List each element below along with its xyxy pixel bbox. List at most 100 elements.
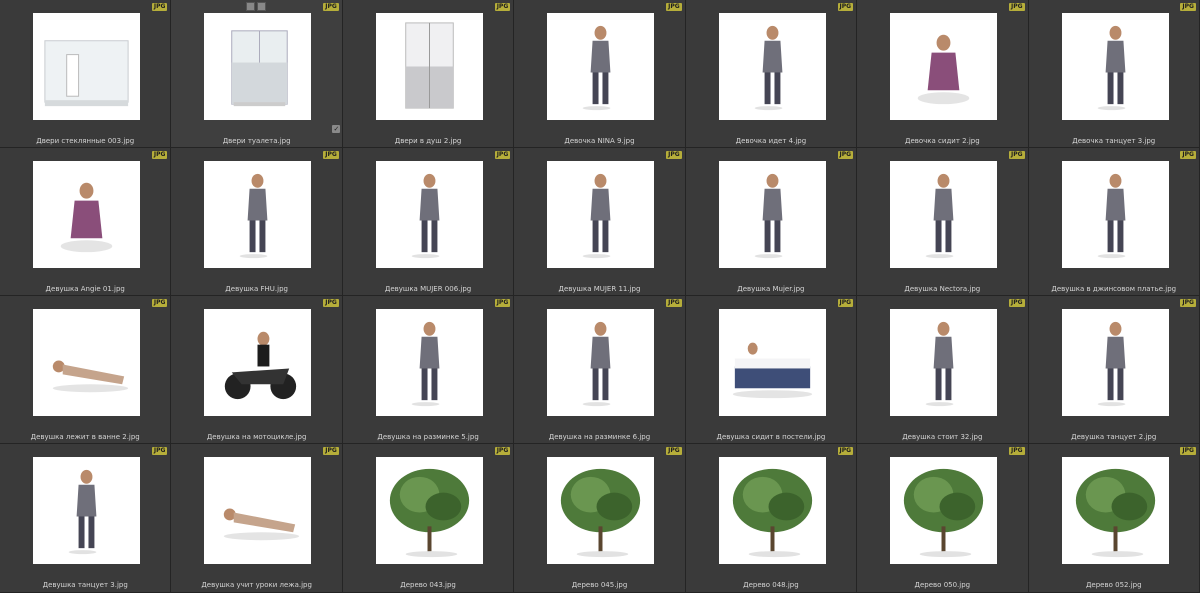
thumbnail-tile[interactable]: JPG Девушка лежит в ванне 2.jpg [0,296,172,444]
square-icon[interactable] [246,2,256,11]
file-type-badge: JPG [1008,447,1025,455]
thumbnail-image[interactable] [547,309,655,416]
thumbnail-grid: JPG Двери стеклянные 003.jpg JPG Двери туал… [0,0,1200,593]
thumbnail-image[interactable] [375,309,483,416]
thumbnail-image[interactable] [204,457,312,564]
thumbnail-image[interactable] [1061,13,1169,120]
file-type-badge: JPG [1008,151,1025,159]
file-type-badge: JPG [1180,151,1196,159]
file-type-badge: JPG [837,151,854,159]
file-name-label: Девочка сидит 2.jpg [904,137,980,145]
file-type-badge: JPG [666,299,682,307]
thumbnail-tile[interactable]: JPG Девочка сидит 2.jpg [857,0,1029,148]
file-type-badge: JPG [323,151,339,159]
file-type-badge: JPG [494,299,511,307]
thumbnail-image[interactable] [204,309,312,416]
file-name-label: Девушка танцует 3.jpg [42,581,128,589]
file-name-label: Девушка лежит в ванне 2.jpg [30,433,140,441]
checkbox-icon[interactable]: ✓ [332,125,341,133]
thumbnail-tile[interactable]: JPG Девочка идет 4.jpg [685,0,858,148]
file-name-label: Дерево 045.jpg [571,581,628,589]
thumbnail-tile[interactable]: JPG Дерево 045.jpg [514,444,686,593]
thumbnail-tile[interactable]: JPG Девушка MUJER 11.jpg [514,148,686,296]
thumbnail-tile[interactable]: JPG Двери в душ 2.jpg [342,0,515,148]
slash-icon[interactable] [257,2,267,11]
thumbnail-image[interactable] [890,161,998,268]
file-name-label: Девушка на разминке 6.jpg [548,433,651,441]
thumbnail-image[interactable] [1061,161,1169,268]
file-type-badge: JPG [323,3,339,11]
thumbnail-image[interactable] [375,161,483,268]
thumbnail-tile[interactable]: JPG Девушка танцует 3.jpg [0,444,172,593]
file-type-badge: JPG [494,151,511,159]
file-name-label: Девушка на разминке 5.jpg [377,433,479,441]
thumbnail-tile[interactable]: JPG Девушка на разминке 6.jpg [514,296,686,444]
thumbnail-tile[interactable]: JPG Девушка Nectora.jpg [857,148,1029,296]
thumbnail-tile[interactable]: JPG Девушка танцует 2.jpg [1028,296,1200,444]
file-name-label: Девушка в джинсовом платье.jpg [1051,285,1177,293]
thumbnail-image[interactable] [33,161,140,268]
thumbnail-image[interactable] [1061,309,1169,416]
file-type-badge: JPG [151,447,168,455]
file-name-label: Двери стеклянные 003.jpg [36,137,135,145]
thumbnail-image[interactable] [1061,457,1169,564]
file-type-badge: JPG [1180,447,1196,455]
file-name-label: Дерево 050.jpg [914,581,971,589]
file-name-label: Девушка Mujer.jpg [737,285,805,293]
thumbnail-image[interactable] [718,13,826,120]
thumbnail-tile[interactable]: JPG Девушка MUJER 006.jpg [342,148,515,296]
file-name-label: Двери в душ 2.jpg [394,137,462,145]
file-name-label: Дерево 048.jpg [743,581,799,589]
thumbnail-image[interactable] [375,13,483,120]
file-type-badge: JPG [666,3,682,11]
thumbnail-tile[interactable]: JPG Девочка танцует 3.jpg [1028,0,1200,148]
thumbnail-image[interactable] [547,457,655,564]
thumbnail-image[interactable] [718,309,826,416]
thumbnail-image[interactable] [375,457,483,564]
thumbnail-image[interactable] [547,13,655,120]
thumbnail-tile[interactable]: JPG Девочка NINA 9.jpg [514,0,686,148]
thumbnail-tile[interactable]: JPG Девушка FHU.jpg [171,148,343,296]
file-type-badge: JPG [323,447,339,455]
file-type-badge: JPG [837,299,854,307]
file-name-label: Девушка сидит в постели.jpg [716,433,826,441]
thumbnail-tile[interactable]: JPG Девушка на мотоцикле.jpg [171,296,343,444]
thumbnail-image[interactable] [890,457,998,564]
thumbnail-tile[interactable]: JPG Дерево 050.jpg [857,444,1029,593]
file-name-label: Двери туалета.jpg [222,137,291,145]
file-type-badge: JPG [837,3,854,11]
thumbnail-image[interactable] [33,309,140,416]
file-name-label: Девушка учит уроки лежа.jpg [201,581,312,589]
file-type-badge: JPG [323,299,339,307]
thumbnail-image[interactable] [890,13,998,120]
thumbnail-tile[interactable]: JPG Дерево 048.jpg [685,444,858,593]
thumbnail-tile[interactable]: JPG Дерево 052.jpg [1028,444,1200,593]
file-name-label: Дерево 052.jpg [1085,581,1142,589]
thumbnail-tile[interactable]: JPG Девушка Angie 01.jpg [0,148,172,296]
thumbnail-tile[interactable]: JPG Девушка на разминке 5.jpg [342,296,515,444]
file-type-badge: JPG [837,447,854,455]
thumbnail-tile[interactable]: JPG Девушка стоит 32.jpg [857,296,1029,444]
thumbnail-tile[interactable]: JPG Девушка Mujer.jpg [685,148,858,296]
thumbnail-image[interactable] [718,161,826,268]
thumbnail-tile[interactable]: JPG Девушка в джинсовом платье.jpg [1028,148,1200,296]
thumbnail-image[interactable] [547,161,655,268]
thumbnail-tile[interactable]: JPG Девушка сидит в постели.jpg [685,296,858,444]
thumbnail-tile[interactable]: JPG Двери туалета.jpg ✓ [171,0,343,148]
thumbnail-image[interactable] [204,13,312,120]
thumbnail-image[interactable] [33,457,140,564]
thumbnail-image[interactable] [33,13,140,120]
thumbnail-image[interactable] [204,161,312,268]
thumbnail-image[interactable] [718,457,826,564]
thumbnail-tile[interactable]: JPG Девушка учит уроки лежа.jpg [171,444,343,593]
thumbnail-image[interactable] [890,309,998,416]
thumbnail-tile[interactable]: JPG Дерево 043.jpg [342,444,515,593]
tile-tools [246,2,267,11]
file-type-badge: JPG [1008,3,1025,11]
file-type-badge: JPG [151,299,168,307]
file-type-badge: JPG [1008,299,1025,307]
file-name-label: Девушка танцует 2.jpg [1071,433,1157,441]
file-name-label: Девушка стоит 32.jpg [902,433,983,441]
file-name-label: Девушка Nectora.jpg [904,285,981,293]
thumbnail-tile[interactable]: JPG Двери стеклянные 003.jpg [0,0,172,148]
